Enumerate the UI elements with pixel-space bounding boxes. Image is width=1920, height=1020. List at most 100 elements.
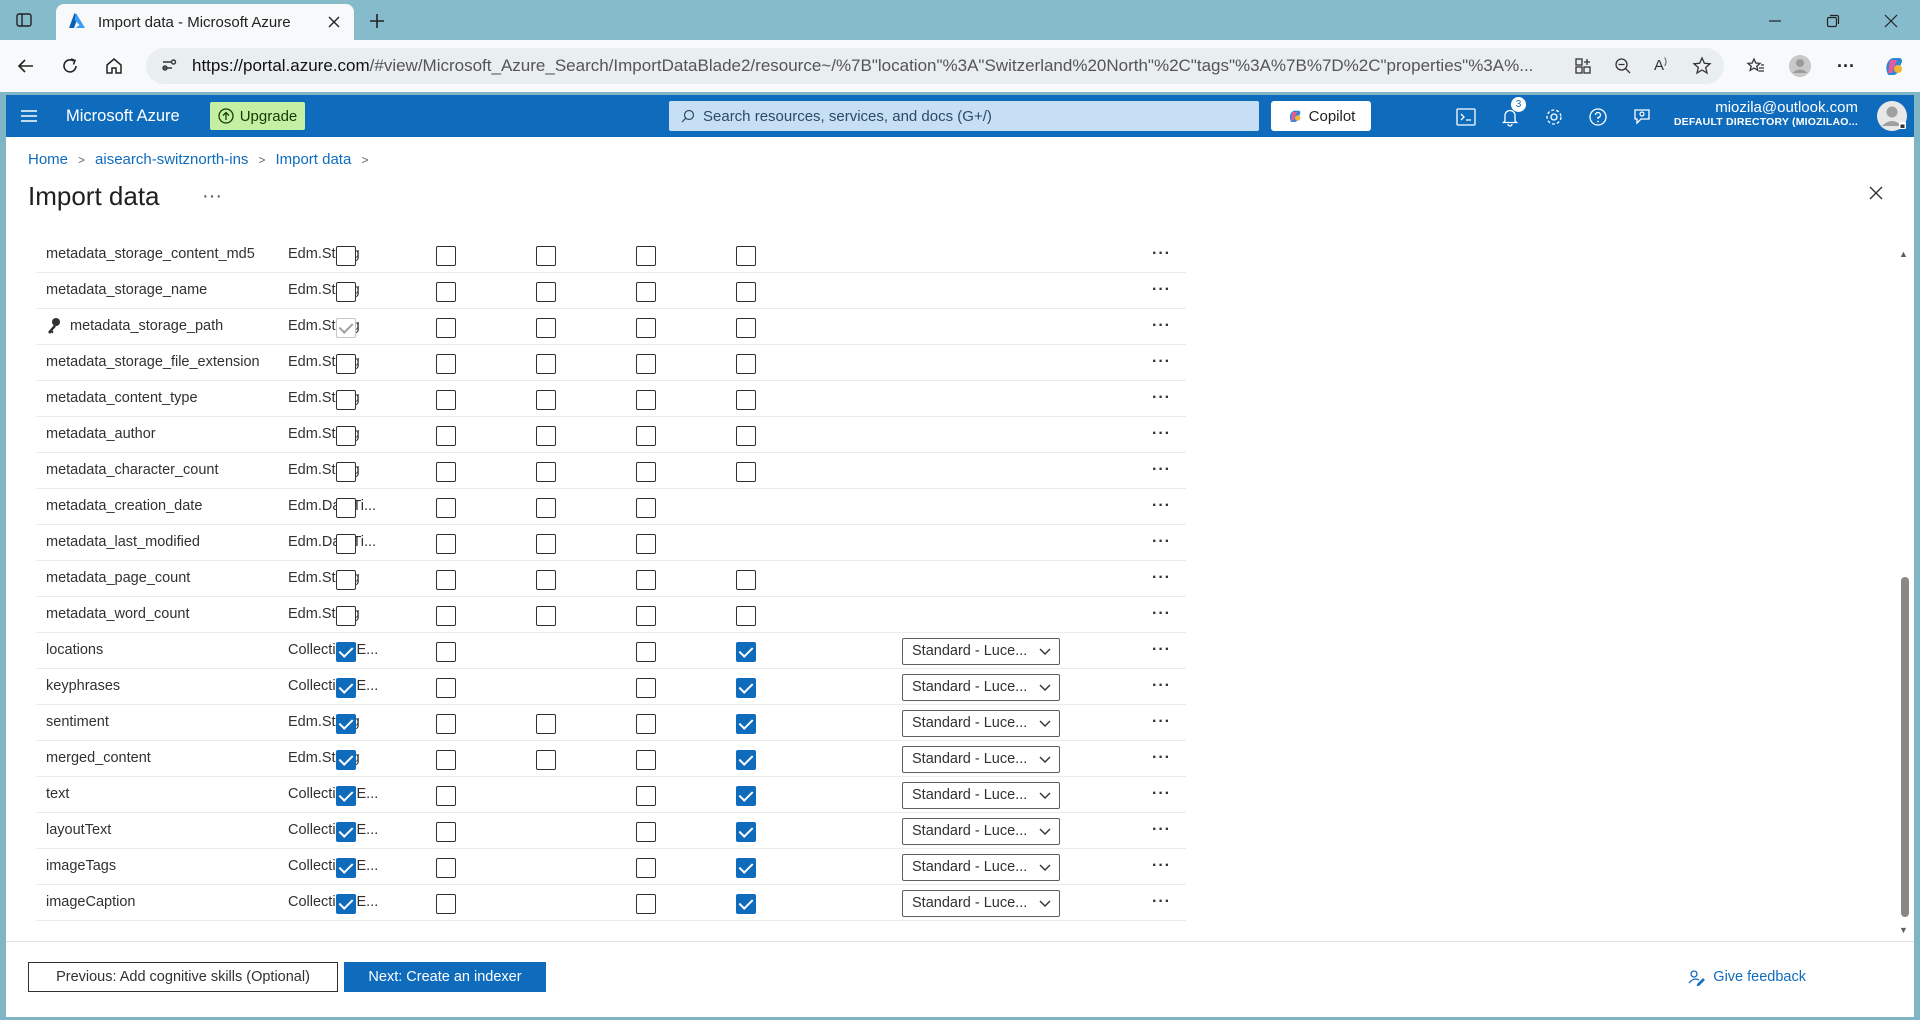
site-info-icon[interactable] xyxy=(160,56,178,77)
filterable-checkbox[interactable] xyxy=(436,246,456,266)
row-more-icon[interactable]: ··· xyxy=(1152,713,1171,731)
sortable-checkbox[interactable] xyxy=(536,462,556,482)
filterable-checkbox[interactable] xyxy=(436,462,456,482)
filterable-checkbox[interactable] xyxy=(436,678,456,698)
filterable-checkbox[interactable] xyxy=(436,498,456,518)
retrievable-checkbox[interactable] xyxy=(336,390,356,410)
searchable-checkbox[interactable] xyxy=(736,318,756,338)
previous-button[interactable]: Previous: Add cognitive skills (Optional… xyxy=(28,962,338,992)
facetable-checkbox[interactable] xyxy=(636,606,656,626)
facetable-checkbox[interactable] xyxy=(636,858,656,878)
searchable-checkbox[interactable] xyxy=(736,426,756,446)
title-more-icon[interactable]: ··· xyxy=(202,185,222,208)
filterable-checkbox[interactable] xyxy=(436,642,456,662)
searchable-checkbox[interactable] xyxy=(736,354,756,374)
sortable-checkbox[interactable] xyxy=(536,750,556,770)
row-more-icon[interactable]: ··· xyxy=(1152,533,1171,551)
facetable-checkbox[interactable] xyxy=(636,498,656,518)
sortable-checkbox[interactable] xyxy=(536,246,556,266)
scrollbar[interactable]: ▲ ▼ xyxy=(1897,249,1911,939)
settings-gear-icon[interactable] xyxy=(1540,103,1568,131)
facetable-checkbox[interactable] xyxy=(636,426,656,446)
filterable-checkbox[interactable] xyxy=(436,786,456,806)
row-more-icon[interactable]: ··· xyxy=(1152,641,1171,659)
filterable-checkbox[interactable] xyxy=(436,570,456,590)
sortable-checkbox[interactable] xyxy=(536,498,556,518)
sortable-checkbox[interactable] xyxy=(536,318,556,338)
filterable-checkbox[interactable] xyxy=(436,606,456,626)
searchable-checkbox[interactable] xyxy=(736,570,756,590)
searchable-checkbox[interactable] xyxy=(736,390,756,410)
row-more-icon[interactable]: ··· xyxy=(1152,317,1171,335)
filterable-checkbox[interactable] xyxy=(436,750,456,770)
retrievable-checkbox[interactable] xyxy=(336,894,356,914)
filterable-checkbox[interactable] xyxy=(436,822,456,842)
window-close-icon[interactable] xyxy=(1876,6,1906,36)
row-more-icon[interactable]: ··· xyxy=(1152,605,1171,623)
filterable-checkbox[interactable] xyxy=(436,282,456,302)
searchable-checkbox[interactable] xyxy=(736,678,756,698)
searchable-checkbox[interactable] xyxy=(736,246,756,266)
retrievable-checkbox[interactable] xyxy=(336,678,356,698)
facetable-checkbox[interactable] xyxy=(636,714,656,734)
breadcrumb-search-service[interactable]: aisearch-switznorth-ins xyxy=(95,151,248,168)
row-more-icon[interactable]: ··· xyxy=(1152,281,1171,299)
facetable-checkbox[interactable] xyxy=(636,462,656,482)
retrievable-checkbox[interactable] xyxy=(336,786,356,806)
minimize-icon[interactable] xyxy=(1760,6,1790,36)
favorites-icon[interactable] xyxy=(1742,52,1770,80)
apps-icon[interactable] xyxy=(1574,57,1592,78)
portal-menu-icon[interactable] xyxy=(20,109,44,123)
account-avatar[interactable] xyxy=(1876,100,1908,135)
facetable-checkbox[interactable] xyxy=(636,246,656,266)
restore-icon[interactable] xyxy=(1818,6,1848,36)
scroll-down-icon[interactable]: ▼ xyxy=(1899,925,1908,935)
filterable-checkbox[interactable] xyxy=(436,390,456,410)
row-more-icon[interactable]: ··· xyxy=(1152,425,1171,443)
copilot-sidebar-icon[interactable] xyxy=(1878,50,1910,82)
row-more-icon[interactable]: ··· xyxy=(1152,569,1171,587)
sortable-checkbox[interactable] xyxy=(536,354,556,374)
retrievable-checkbox[interactable] xyxy=(336,570,356,590)
retrievable-checkbox[interactable] xyxy=(336,282,356,302)
close-icon[interactable] xyxy=(1868,185,1884,204)
browser-menu-icon[interactable]: ··· xyxy=(1832,52,1860,80)
account-menu[interactable]: miozila@outlook.com DEFAULT DIRECTORY (M… xyxy=(1674,99,1858,128)
facetable-checkbox[interactable] xyxy=(636,318,656,338)
sortable-checkbox[interactable] xyxy=(536,534,556,554)
give-feedback-link[interactable]: Give feedback xyxy=(1687,968,1806,986)
analyzer-dropdown[interactable]: Standard - Luce... xyxy=(902,854,1060,881)
scrollbar-thumb[interactable] xyxy=(1901,577,1909,917)
new-tab-icon[interactable] xyxy=(364,8,390,34)
notifications-icon[interactable]: 3 xyxy=(1496,97,1526,131)
row-more-icon[interactable]: ··· xyxy=(1152,353,1171,371)
row-more-icon[interactable]: ··· xyxy=(1152,497,1171,515)
row-more-icon[interactable]: ··· xyxy=(1152,389,1171,407)
back-icon[interactable] xyxy=(12,52,40,80)
scroll-up-icon[interactable]: ▲ xyxy=(1899,249,1908,259)
facetable-checkbox[interactable] xyxy=(636,750,656,770)
breadcrumb-home[interactable]: Home xyxy=(28,151,68,168)
retrievable-checkbox[interactable] xyxy=(336,426,356,446)
analyzer-dropdown[interactable]: Standard - Luce... xyxy=(902,710,1060,737)
retrievable-checkbox[interactable] xyxy=(336,246,356,266)
retrievable-checkbox[interactable] xyxy=(336,642,356,662)
sortable-checkbox[interactable] xyxy=(536,606,556,626)
searchable-checkbox[interactable] xyxy=(736,750,756,770)
address-bar[interactable]: https://portal.azure.com/#view/Microsoft… xyxy=(146,48,1724,84)
upgrade-button[interactable]: Upgrade xyxy=(209,102,306,130)
filterable-checkbox[interactable] xyxy=(436,426,456,446)
retrievable-checkbox[interactable] xyxy=(336,714,356,734)
help-icon[interactable] xyxy=(1584,103,1612,131)
tab-actions-icon[interactable] xyxy=(12,8,36,32)
row-more-icon[interactable]: ··· xyxy=(1152,461,1171,479)
home-icon[interactable] xyxy=(100,52,128,80)
row-more-icon[interactable]: ··· xyxy=(1152,785,1171,803)
favorite-star-icon[interactable] xyxy=(1692,56,1712,79)
analyzer-dropdown[interactable]: Standard - Luce... xyxy=(902,674,1060,701)
searchable-checkbox[interactable] xyxy=(736,822,756,842)
cloud-shell-icon[interactable] xyxy=(1452,103,1480,131)
searchable-checkbox[interactable] xyxy=(736,858,756,878)
facetable-checkbox[interactable] xyxy=(636,390,656,410)
facetable-checkbox[interactable] xyxy=(636,678,656,698)
